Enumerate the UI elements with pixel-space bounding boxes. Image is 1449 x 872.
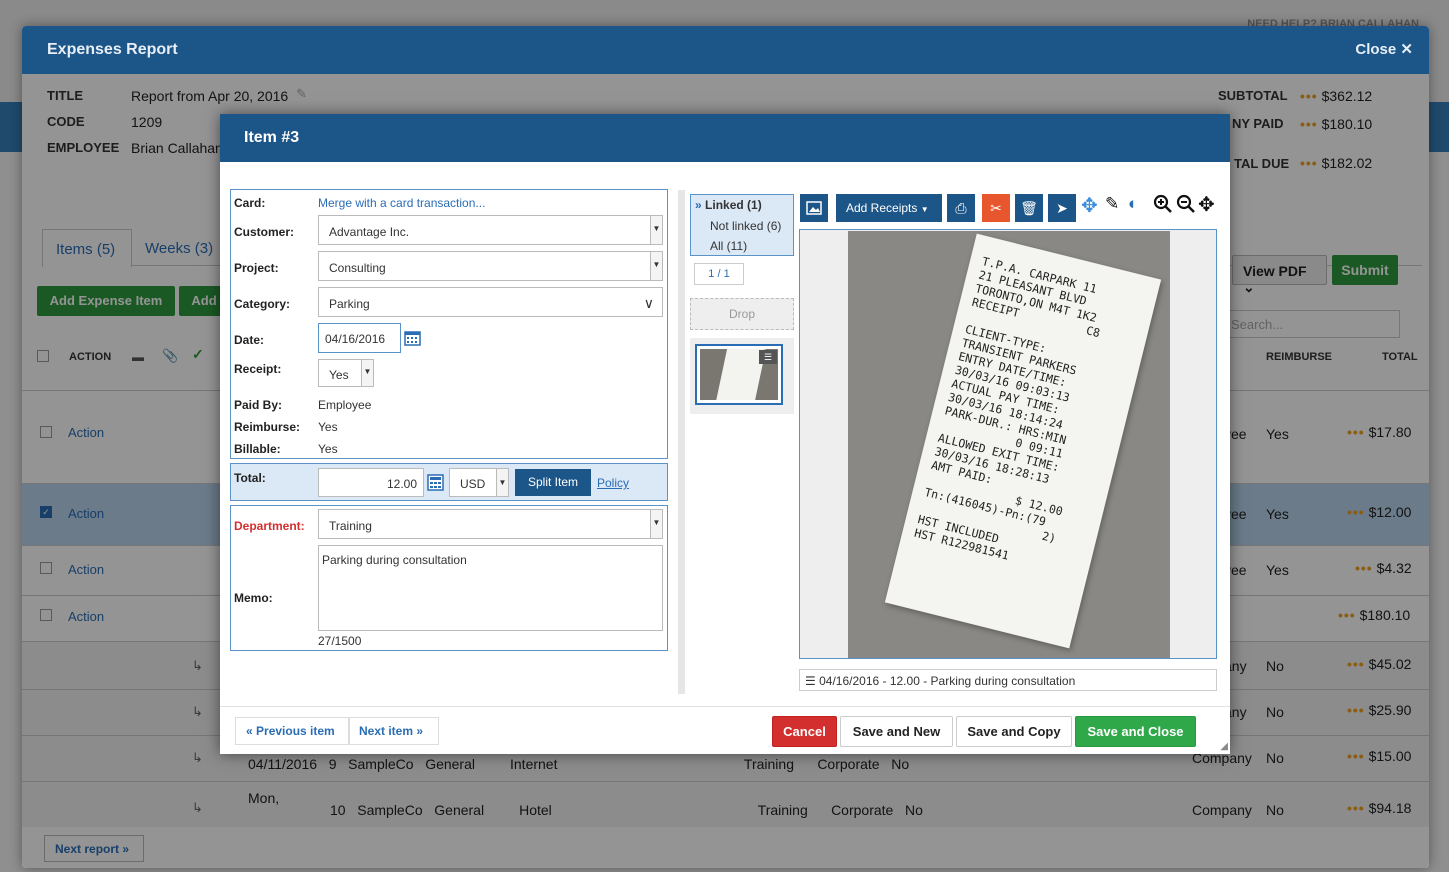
item-title: Item #3 [244, 129, 300, 146]
send-icon[interactable]: ➤ [1048, 194, 1076, 222]
page-indicator: 1 / 1 [694, 263, 744, 285]
print-icon[interactable]: ⎙ [947, 194, 975, 222]
splitter-handle[interactable] [678, 190, 685, 694]
currency-select[interactable]: USD ▼ [449, 468, 509, 497]
department-select[interactable]: Training ▼ [318, 509, 663, 539]
chevron-down-icon: ∨ [643, 295, 654, 311]
image-icon[interactable] [800, 194, 828, 222]
department-value: Training [329, 519, 372, 533]
item-modal: Item #3 Card: Merge with a card transact… [220, 114, 1230, 754]
add-receipts-label: Add Receipts [846, 201, 918, 215]
total-input[interactable]: 12.00 [318, 468, 424, 497]
save-and-copy-button[interactable]: Save and Copy [956, 716, 1072, 747]
receipt-select[interactable]: Yes ▼ [318, 359, 374, 387]
footer-divider [220, 706, 1230, 707]
trash-icon[interactable]: 🗑 [1015, 194, 1043, 222]
double-chevron-right-icon: » [695, 198, 702, 212]
linked-label: Linked (1) [705, 198, 762, 212]
calculator-icon[interactable] [427, 474, 444, 491]
report-header: Expenses Report Close ✕ [22, 26, 1429, 74]
thumbnail-strip: ☰ [690, 338, 794, 414]
customer-value: Advantage Inc. [329, 225, 410, 239]
receipt-filter: » Linked (1) Not linked (6) All (11) [690, 194, 794, 256]
reimburse-value: Yes [318, 420, 338, 434]
category-value: Parking [329, 297, 370, 311]
caret-down-icon: ▼ [920, 205, 929, 214]
receipt-thumbnail[interactable]: ☰ [695, 344, 783, 405]
department-panel: Department: Training ▼ Memo: Parking duri… [230, 505, 668, 651]
date-input[interactable]: 04/16/2016 [318, 323, 401, 353]
customer-label: Customer: [234, 225, 295, 239]
item-header: Item #3 [220, 114, 1230, 162]
caption-text: 04/16/2016 - 12.00 - Parking during cons… [819, 674, 1076, 688]
dropdown-arrow-icon: ▼ [650, 510, 662, 538]
dropdown-arrow-icon: ▼ [650, 252, 662, 280]
contrast-icon[interactable]: ◐ [1128, 194, 1138, 214]
memo-char-count: 27/1500 [318, 634, 362, 648]
project-value: Consulting [329, 261, 386, 275]
project-label: Project: [234, 261, 279, 275]
memo-textarea[interactable]: Parking during consultation [318, 545, 663, 631]
customer-select[interactable]: Advantage Inc. ▼ [318, 215, 663, 245]
zoom-out-icon[interactable] [1176, 194, 1196, 214]
unlink-icon[interactable]: ✂ [982, 194, 1010, 222]
receipt-label: Receipt: [234, 362, 282, 376]
category-label: Category: [234, 297, 291, 311]
cancel-button[interactable]: Cancel [772, 716, 837, 747]
memo-label: Memo: [234, 591, 273, 605]
category-select[interactable]: Parking ∨ [318, 287, 663, 317]
currency-value: USD [460, 477, 486, 491]
card-label: Card: [234, 196, 266, 210]
item-details-panel: Card: Merge with a card transaction... C… [230, 189, 668, 459]
filter-not-linked[interactable]: Not linked (6) [710, 219, 781, 233]
next-item-label: Next item [359, 724, 414, 738]
edit-icon[interactable]: ✎ [1105, 194, 1119, 214]
list-icon: ☰ [759, 350, 777, 364]
report-window-title: Expenses Report [47, 41, 178, 58]
move-icon[interactable]: ✥ [1081, 193, 1098, 218]
zoom-in-icon[interactable] [1153, 194, 1173, 214]
reimburse-label: Reimburse: [234, 420, 301, 434]
receipt-image: T.P.A. CARPARK 11 21 PLEASANT BLVD TORON… [848, 231, 1170, 658]
close-button[interactable]: Close ✕ [1355, 40, 1413, 58]
drop-zone[interactable]: Drop [690, 298, 794, 330]
double-chevron-right-icon: » [416, 724, 424, 738]
receipt-viewer[interactable]: T.P.A. CARPARK 11 21 PLEASANT BLVD TORON… [799, 229, 1217, 659]
total-panel: Total: 12.00 USD ▼ Split Item Policy [230, 463, 668, 501]
date-label: Date: [234, 333, 265, 347]
close-label: Close [1355, 41, 1397, 58]
paid-by-label: Paid By: [234, 398, 283, 412]
dropdown-arrow-icon: ▼ [496, 469, 508, 496]
previous-item-label: Previous item [256, 724, 335, 738]
policy-link[interactable]: Policy [597, 476, 629, 490]
filter-all[interactable]: All (11) [710, 239, 747, 253]
receipt-caption: ☰ 04/16/2016 - 12.00 - Parking during co… [799, 669, 1217, 691]
dropdown-arrow-icon: ▼ [361, 360, 373, 386]
next-item-button[interactable]: Next item » [349, 717, 439, 745]
thumbnail-image: ☰ [700, 349, 778, 400]
resize-handle-icon[interactable]: ◢ [1220, 741, 1228, 752]
list-icon: ☰ [805, 674, 816, 688]
previous-item-button[interactable]: « Previous item [235, 717, 349, 745]
double-chevron-left-icon: « [246, 724, 253, 738]
calendar-icon[interactable] [404, 329, 421, 346]
total-label: Total: [234, 471, 266, 485]
billable-label: Billable: [234, 442, 281, 456]
receipt-value: Yes [329, 368, 349, 382]
close-icon: ✕ [1400, 41, 1413, 58]
save-and-new-button[interactable]: Save and New [840, 716, 953, 747]
receipt-paper: T.P.A. CARPARK 11 21 PLEASANT BLVD TORON… [884, 233, 1162, 649]
project-select[interactable]: Consulting ▼ [318, 251, 663, 281]
department-label: Department: [234, 519, 305, 533]
add-receipts-button[interactable]: Add Receipts ▼ [836, 194, 942, 222]
dropdown-arrow-icon: ▼ [650, 216, 662, 244]
merge-card-link[interactable]: Merge with a card transaction... [318, 196, 485, 210]
paid-by-value: Employee [318, 398, 372, 412]
pan-icon[interactable]: ✥ [1198, 192, 1215, 217]
billable-value: Yes [318, 442, 338, 456]
save-and-close-button[interactable]: Save and Close [1075, 716, 1196, 747]
filter-linked[interactable]: » Linked (1) [695, 198, 762, 212]
split-item-button[interactable]: Split Item [515, 469, 591, 496]
